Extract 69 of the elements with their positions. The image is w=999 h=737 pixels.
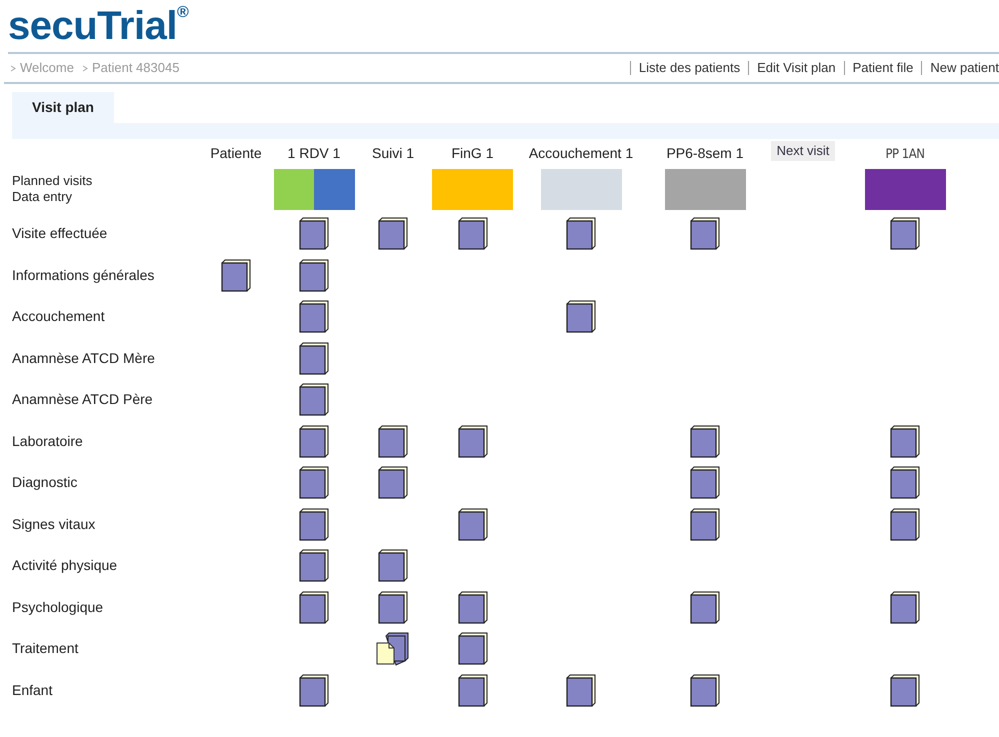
book-icon[interactable]	[299, 590, 329, 624]
form-label: Diagnostic	[12, 473, 78, 492]
form-label: Enfant	[12, 680, 52, 700]
nav-link[interactable]: New patient	[930, 58, 999, 78]
book-icon[interactable]	[378, 590, 408, 624]
chevron-icon	[82, 64, 88, 72]
book-icon[interactable]	[378, 549, 408, 582]
document-stack-icon[interactable]	[376, 632, 410, 666]
visit-column-header: Accouchement 1	[528, 144, 634, 163]
book-icon[interactable]	[890, 508, 920, 541]
visit-column-header: PP6-8sem 1	[666, 144, 744, 163]
book-icon[interactable]	[566, 300, 596, 334]
book-icon[interactable]	[458, 674, 488, 707]
row-label: Planned visits	[12, 173, 94, 189]
book-icon[interactable]	[690, 217, 720, 250]
book-icon[interactable]	[566, 674, 596, 707]
row-label: Data entry	[12, 189, 73, 205]
form-label: Psychologique	[12, 598, 104, 617]
book-icon[interactable]	[458, 590, 488, 624]
visit-column-header: 1 RDV 1	[288, 144, 340, 163]
form-label: Anamnèse ATCD Mère	[12, 348, 155, 368]
form-label: Accouchement	[12, 307, 105, 326]
form-label: Laboratoire	[12, 432, 83, 451]
book-icon[interactable]	[378, 424, 408, 458]
visit-column-header: FinG 1	[451, 144, 494, 163]
book-icon[interactable]	[690, 508, 720, 541]
book-icon[interactable]	[299, 342, 329, 375]
book-icon[interactable]	[690, 466, 720, 500]
book-icon[interactable]	[690, 590, 720, 624]
logo: secuTrial®	[8, 4, 188, 48]
nav-link[interactable]: Edit Visit plan	[757, 58, 836, 78]
visit-column-header: PP 1AN	[885, 146, 924, 164]
book-icon[interactable]	[299, 258, 329, 292]
book-icon[interactable]	[890, 217, 920, 250]
visit-column-header: Suivi 1	[372, 144, 414, 163]
book-icon[interactable]	[299, 549, 329, 582]
book-icon[interactable]	[458, 508, 488, 541]
form-label: Informations générales	[12, 266, 154, 285]
book-icon[interactable]	[221, 258, 251, 292]
tab[interactable]: Visit plan	[12, 92, 114, 123]
book-icon[interactable]	[458, 424, 488, 458]
nav-link[interactable]: Patient file	[852, 58, 914, 78]
book-icon[interactable]	[378, 217, 408, 250]
book-icon[interactable]	[690, 674, 720, 707]
nav-link[interactable]: Liste des patients	[638, 58, 740, 78]
book-icon[interactable]	[299, 300, 329, 334]
book-icon[interactable]	[890, 590, 920, 624]
book-icon[interactable]	[566, 217, 596, 250]
book-icon[interactable]	[458, 632, 488, 666]
form-label: Anamnèse ATCD Père	[12, 390, 153, 410]
book-icon[interactable]	[690, 424, 720, 458]
chevron-icon	[10, 64, 16, 72]
book-icon[interactable]	[299, 674, 329, 707]
form-label: Traitement	[12, 639, 78, 658]
book-icon[interactable]	[458, 217, 488, 250]
book-icon[interactable]	[299, 508, 329, 541]
book-icon[interactable]	[890, 424, 920, 458]
book-icon[interactable]	[890, 466, 920, 500]
book-icon[interactable]	[299, 217, 329, 250]
form-label: Signes vitaux	[12, 514, 96, 534]
book-icon[interactable]	[299, 424, 329, 458]
visit-column-header: Patiente	[210, 144, 262, 163]
next-visit-button[interactable]: Next visit	[770, 141, 836, 161]
book-icon[interactable]	[378, 466, 408, 500]
book-icon[interactable]	[299, 383, 329, 416]
form-label: Visite effectuée	[12, 224, 108, 244]
book-icon[interactable]	[890, 674, 920, 707]
book-icon[interactable]	[299, 466, 329, 500]
form-label: Activité physique	[12, 556, 118, 576]
